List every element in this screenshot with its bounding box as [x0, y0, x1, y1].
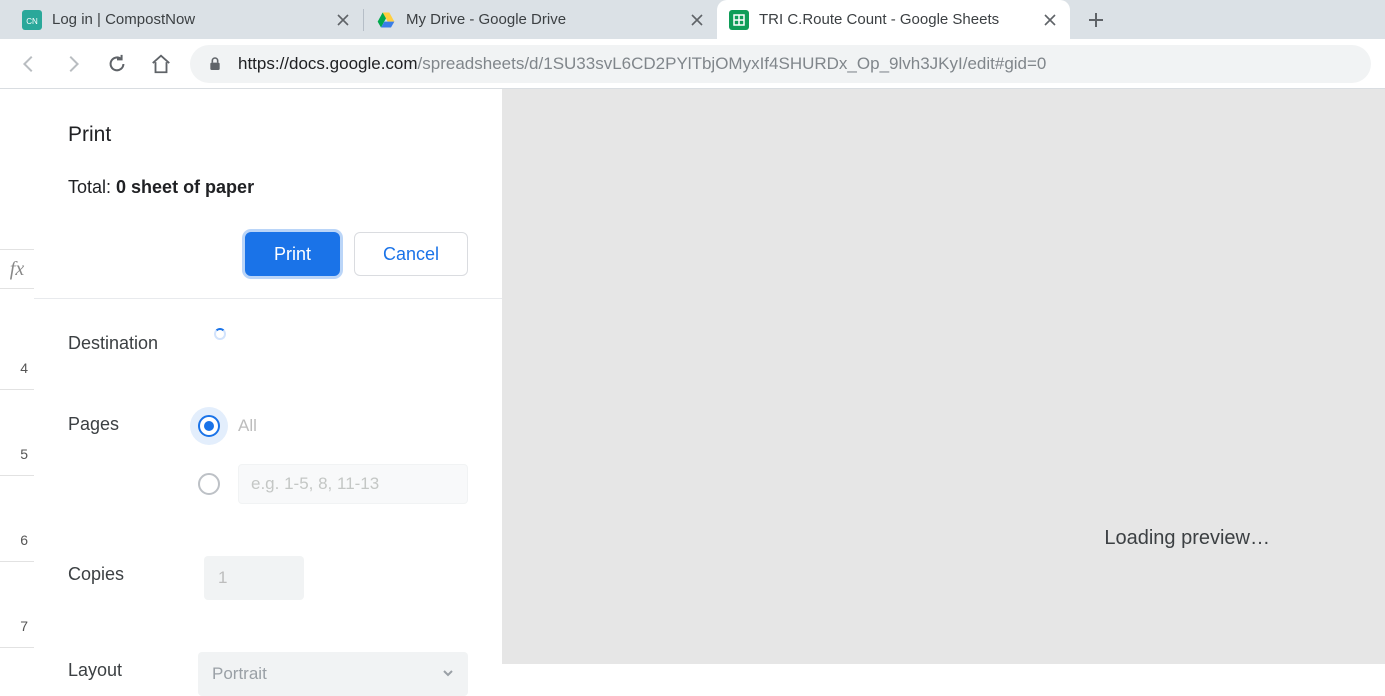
loading-spinner-icon	[214, 328, 226, 340]
address-bar[interactable]: https://docs.google.com/spreadsheets/d/1…	[190, 45, 1371, 83]
cancel-button[interactable]: Cancel	[354, 232, 468, 276]
tab-title: Log in | CompostNow	[52, 11, 327, 28]
copies-input[interactable]	[204, 556, 304, 600]
print-dialog: Print Total: 0 sheet of paper Print Canc…	[34, 89, 502, 664]
svg-text:CN: CN	[26, 17, 38, 26]
pages-section: Pages All	[34, 380, 502, 530]
browser-tab-drive[interactable]: My Drive - Google Drive	[364, 0, 717, 39]
copies-section: Copies	[34, 530, 502, 626]
layout-select[interactable]: Portrait	[198, 652, 468, 696]
tab-title: TRI C.Route Count - Google Sheets	[759, 11, 1034, 28]
loading-preview-text: Loading preview…	[1104, 527, 1270, 550]
row-number[interactable]: 6	[0, 519, 34, 562]
browser-tab-strip: CN Log in | CompostNow My Drive - Google…	[0, 0, 1385, 39]
google-sheets-favicon-icon	[729, 10, 749, 30]
forward-button[interactable]	[58, 49, 88, 79]
destination-section: Destination	[34, 299, 502, 380]
print-preview-area: Loading preview…	[502, 89, 1385, 664]
browser-toolbar: https://docs.google.com/spreadsheets/d/1…	[0, 39, 1385, 89]
chevron-down-icon	[442, 664, 454, 684]
row-number[interactable]: 5	[0, 433, 34, 476]
print-button[interactable]: Print	[245, 232, 340, 276]
browser-tab-sheets-active[interactable]: TRI C.Route Count - Google Sheets	[717, 0, 1070, 39]
page-content: fx 4 5 6 7 Print Total: 0 sheet of paper…	[0, 89, 1385, 664]
pages-range-radio[interactable]	[198, 473, 220, 495]
close-icon[interactable]	[1042, 12, 1058, 28]
layout-select-value: Portrait	[212, 664, 267, 684]
browser-tab-compostnow[interactable]: CN Log in | CompostNow	[10, 0, 363, 39]
copies-label: Copies	[68, 556, 204, 585]
close-icon[interactable]	[689, 12, 705, 28]
compostnow-favicon-icon: CN	[22, 10, 42, 30]
pages-all-radio[interactable]	[198, 415, 220, 437]
url-origin: https://docs.google.com	[238, 54, 418, 74]
destination-label: Destination	[68, 325, 204, 354]
pages-all-label: All	[238, 416, 257, 436]
pages-label: Pages	[68, 406, 198, 435]
reload-button[interactable]	[102, 49, 132, 79]
new-tab-button[interactable]	[1080, 4, 1112, 36]
url-path: /spreadsheets/d/1SU33svL6CD2PYlTbjOMyxIf…	[418, 54, 1047, 74]
google-drive-favicon-icon	[376, 10, 396, 30]
tab-title: My Drive - Google Drive	[406, 11, 681, 28]
print-total: Total: 0 sheet of paper	[68, 177, 468, 198]
back-button[interactable]	[14, 49, 44, 79]
lock-icon	[206, 55, 224, 73]
print-dialog-title: Print	[68, 123, 468, 147]
print-total-prefix: Total:	[68, 177, 116, 197]
layout-label: Layout	[68, 652, 198, 681]
close-icon[interactable]	[335, 12, 351, 28]
formula-bar-fx-icon: fx	[0, 249, 34, 289]
spreadsheet-row-gutter: fx 4 5 6 7	[0, 89, 34, 664]
home-button[interactable]	[146, 49, 176, 79]
row-number[interactable]: 4	[0, 347, 34, 390]
row-number[interactable]: 7	[0, 605, 34, 648]
print-total-value: 0 sheet of paper	[116, 177, 254, 197]
pages-range-input[interactable]	[238, 464, 468, 504]
layout-section: Layout Portrait	[34, 626, 502, 696]
